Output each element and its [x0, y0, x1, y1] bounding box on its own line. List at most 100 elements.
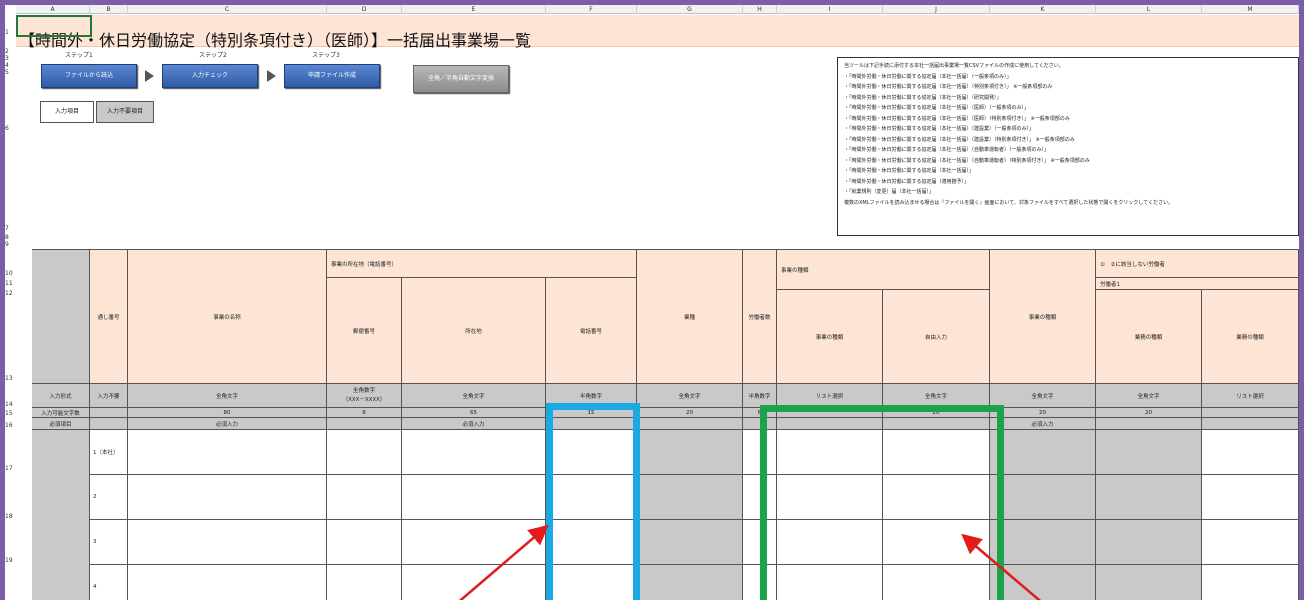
- format-label: 入力形式: [32, 384, 90, 408]
- row-header-7[interactable]: 7: [5, 225, 15, 233]
- row-header-9[interactable]: 9: [5, 241, 15, 249]
- info-textbox: 当ツールは下記手続に添付する本社一括届出事業場一覧CSVファイルの作成に使用して…: [837, 57, 1299, 236]
- table-cell[interactable]: [402, 475, 546, 520]
- table-corner-cell: [32, 250, 90, 384]
- info-line: ・「時間外労働・休日労働に関する協定届（本社一括届）（医師）（一般条項のみ）」: [844, 105, 1030, 111]
- column-header-f[interactable]: F: [546, 5, 637, 14]
- table-cell[interactable]: [1202, 475, 1299, 520]
- phone-column-highlight: [546, 403, 640, 600]
- row-header-19[interactable]: 19: [5, 557, 15, 565]
- format-cell: 全角数字: [352, 387, 375, 394]
- header-location-group: 事業の所在地（電話番号）: [327, 250, 637, 278]
- table-cell-disabled: [1096, 475, 1202, 520]
- row-header-15[interactable]: 15: [5, 410, 15, 418]
- row-header-18[interactable]: 18: [5, 513, 15, 521]
- table-cell[interactable]: [128, 520, 327, 565]
- row-header-16[interactable]: 16: [5, 422, 15, 430]
- table-cell[interactable]: [402, 565, 546, 600]
- row-header-17[interactable]: 17: [5, 465, 15, 473]
- table-cell[interactable]: [402, 430, 546, 475]
- create-application-file-button[interactable]: 申請ファイル作成: [284, 64, 380, 88]
- format-cell-postal: 全角数字 （XXX－XXXX）: [327, 384, 402, 408]
- required-cell-name: 必須入力: [128, 418, 327, 430]
- load-from-file-button[interactable]: ファイルから読込: [41, 64, 137, 88]
- table-cell-disabled: [637, 475, 743, 520]
- info-line: ・「時間外労働・休日労働に関する協定届（本社一括届）（特別条項付き）」 ※一般条…: [844, 84, 1053, 90]
- table-cell[interactable]: [327, 475, 402, 520]
- serial-cell[interactable]: 2: [90, 475, 128, 520]
- column-header-i[interactable]: I: [777, 5, 883, 14]
- serial-cell[interactable]: 4: [90, 565, 128, 600]
- header-serial-number: 通し番号: [90, 250, 128, 384]
- table-cell[interactable]: [128, 565, 327, 600]
- column-header-a[interactable]: A: [16, 5, 90, 14]
- column-header-e[interactable]: E: [402, 5, 546, 14]
- header-address: 所在地: [402, 278, 546, 384]
- spreadsheet-window: A B C D E F G H I J K L M 1 2 3 4 5 6 7 …: [0, 0, 1304, 600]
- table-cell[interactable]: [402, 520, 546, 565]
- row-header-6[interactable]: 6: [5, 125, 15, 133]
- required-label: 必須項目: [32, 418, 90, 430]
- column-header-d[interactable]: D: [327, 5, 402, 14]
- table-cell[interactable]: [327, 565, 402, 600]
- table-cell-disabled: [637, 520, 743, 565]
- maxlen-cell: [90, 408, 128, 418]
- format-cell: 全角文字: [1096, 384, 1202, 408]
- column-header-j[interactable]: J: [883, 5, 990, 14]
- info-line: ・「時間外労働・休日労働に関する協定届（本社一括届）（建設業）（一般条項のみ）」: [844, 126, 1035, 132]
- serial-cell[interactable]: 1（本社）: [90, 430, 128, 475]
- info-line: ・「時間外労働・休日労働に関する協定届（本社一括届）（自動車運転者）（一般条項の…: [844, 147, 1050, 153]
- column-header-b[interactable]: B: [90, 5, 128, 14]
- table-cell-disabled: [990, 520, 1096, 565]
- table-cell[interactable]: [327, 430, 402, 475]
- row-header-1[interactable]: 1: [5, 29, 15, 37]
- maxlen-cell: 65: [402, 408, 546, 418]
- table-cell[interactable]: [1202, 565, 1299, 600]
- maxlen-cell: [1202, 408, 1299, 418]
- header-industry: 業種: [637, 250, 743, 384]
- maxlen-cell: 80: [128, 408, 327, 418]
- table-cell[interactable]: [1202, 430, 1299, 475]
- table-cell[interactable]: [327, 520, 402, 565]
- auto-convert-button[interactable]: 全角／半角自動文字変換: [413, 65, 509, 93]
- row-header-11[interactable]: 11: [5, 280, 15, 288]
- legend-not-required-item: 入力不要項目: [96, 101, 154, 123]
- info-line: 当ツールは下記手続に添付する本社一括届出事業場一覧CSVファイルの作成に使用して…: [844, 63, 1064, 69]
- column-header-c[interactable]: C: [128, 5, 327, 14]
- info-line: ・「時間外労働・休日労働に関する協定届（本社一括届）（自動車運転者）（特別条項付…: [844, 157, 1090, 164]
- header-worker-count: 労働者数: [743, 250, 777, 384]
- column-header-h[interactable]: H: [743, 5, 777, 14]
- column-header-l[interactable]: L: [1096, 5, 1202, 14]
- row-header-10[interactable]: 10: [5, 270, 15, 278]
- format-cell: 入力不要: [90, 384, 128, 408]
- header-job-kind: 業務の種類: [1096, 290, 1202, 384]
- input-check-button[interactable]: 入力チェック: [162, 64, 258, 88]
- info-line: ・「時間外労働・休日労働に関する協定届（本社一括届）（建設業）（特別条項付き）」…: [844, 136, 1075, 143]
- column-header-k[interactable]: K: [990, 5, 1096, 14]
- serial-cell[interactable]: 3: [90, 520, 128, 565]
- table-cell[interactable]: [128, 430, 327, 475]
- header-business-kind: 事業の種類: [777, 290, 883, 384]
- table-cell-disabled: [990, 430, 1096, 475]
- header-workers-group: ① ②に該当しない労働者: [1096, 250, 1299, 278]
- header-business-kind-2: 事業の種類: [990, 250, 1096, 384]
- format-cell: 全角文字: [402, 384, 546, 408]
- row-header-14[interactable]: 14: [5, 401, 15, 409]
- row-header-13[interactable]: 13: [5, 375, 15, 383]
- table-cell-disabled: [1096, 520, 1202, 565]
- active-cell-a1[interactable]: [16, 15, 92, 37]
- format-cell: 全角文字: [637, 384, 743, 408]
- info-line: ・「時間外労働・休日労働に関する協定届（本社一括届）（研究開発）」: [844, 94, 1002, 101]
- column-header-g[interactable]: G: [637, 5, 743, 14]
- row-header-12[interactable]: 12: [5, 290, 15, 298]
- header-business-name: 事業の名称: [128, 250, 327, 384]
- table-cell-disabled: [637, 565, 743, 600]
- format-cell: 全角文字: [990, 384, 1096, 408]
- row-header-5[interactable]: 5: [5, 69, 15, 77]
- arrow-right-icon: [267, 70, 276, 82]
- maxlen-label: 入力可能文字数: [32, 408, 90, 418]
- table-cell[interactable]: [128, 475, 327, 520]
- column-header-m[interactable]: M: [1202, 5, 1299, 14]
- table-cell[interactable]: [1202, 520, 1299, 565]
- arrow-right-icon: [145, 70, 154, 82]
